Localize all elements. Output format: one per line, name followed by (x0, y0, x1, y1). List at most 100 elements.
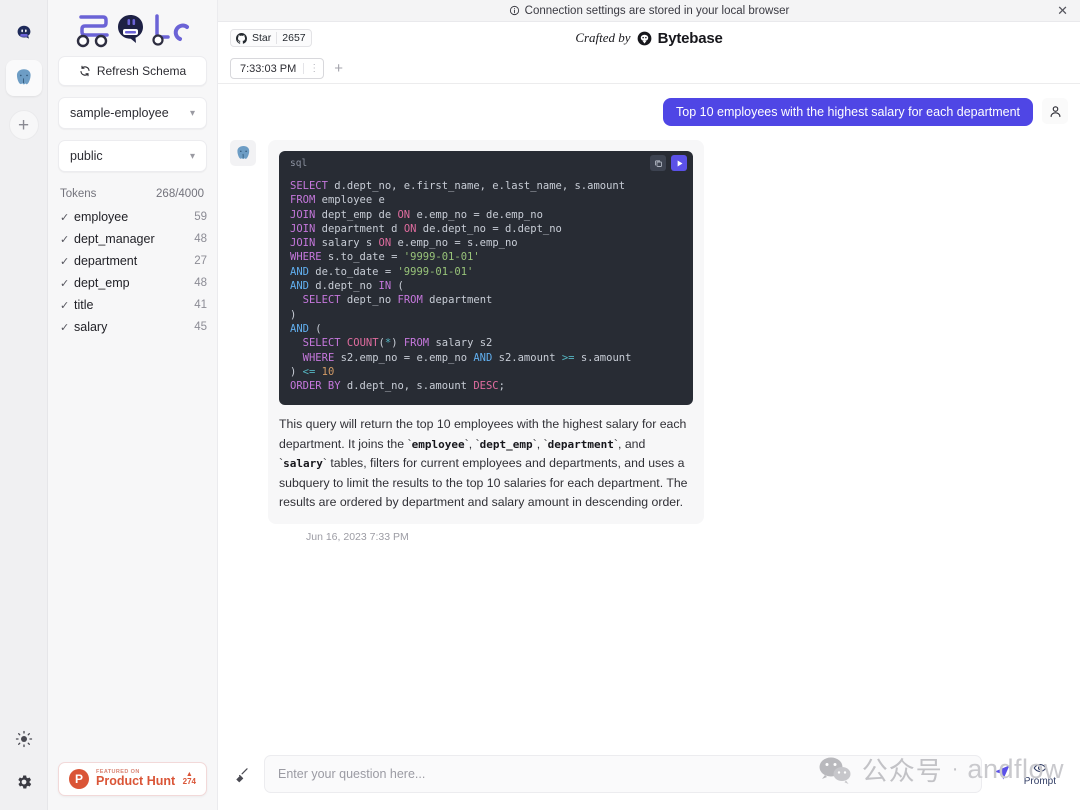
crafted-by-bytebase: Crafted by Bytebase (554, 30, 744, 47)
conversation-tab-bar: 7:33:03 PM ⋮ + (218, 54, 1080, 84)
send-icon (992, 762, 1012, 782)
crafted-brand: Bytebase (658, 30, 723, 47)
list-item[interactable]: ✓ department 27 (58, 250, 207, 272)
schema-sidebar: Refresh Schema sample-employee ▾ public … (48, 0, 218, 810)
code-language-label: sql (290, 158, 307, 169)
assistant-message-row: sql (218, 140, 1080, 543)
message-input[interactable] (278, 767, 968, 781)
settings-button[interactable] (15, 773, 33, 796)
new-tab-button[interactable]: + (334, 61, 343, 76)
postgres-elephant-icon (230, 140, 256, 166)
check-icon[interactable]: ✓ (60, 277, 74, 290)
sqlchat-logo-icon (69, 7, 197, 53)
assistant-explanation: This query will return the top 10 employ… (279, 415, 693, 513)
connection-mysql[interactable] (6, 16, 42, 52)
chevron-down-icon: ▾ (190, 151, 195, 162)
product-hunt-upvotes: ▲ 274 (183, 771, 196, 787)
tokens-label: Tokens (60, 188, 96, 200)
table-name: dept_emp (74, 276, 194, 290)
refresh-schema-button[interactable]: Refresh Schema (58, 56, 207, 86)
bytebase-logo-icon (637, 31, 652, 46)
product-hunt-icon: P (69, 769, 89, 789)
refresh-schema-label: Refresh Schema (97, 64, 186, 78)
connection-notice-banner: Connection settings are stored in your l… (218, 0, 1080, 22)
send-button[interactable] (992, 762, 1012, 787)
close-icon[interactable]: ✕ (1057, 4, 1068, 17)
inline-code-department: department (548, 438, 614, 451)
app-root: + (0, 0, 1080, 810)
sql-code-block: sql (279, 151, 693, 405)
banner-text: Connection settings are stored in your l… (525, 5, 790, 17)
product-hunt-upvote-count: 274 (183, 778, 196, 786)
check-icon[interactable]: ✓ (60, 233, 74, 246)
list-item[interactable]: ✓ title 41 (58, 294, 207, 316)
connection-rail: + (0, 0, 48, 810)
list-item[interactable]: ✓ dept_emp 48 (58, 272, 207, 294)
refresh-icon (79, 65, 91, 77)
table-name: dept_manager (74, 232, 194, 246)
table-token-count: 48 (194, 277, 207, 289)
check-icon[interactable]: ✓ (60, 211, 74, 224)
add-connection-button[interactable]: + (9, 110, 39, 140)
table-token-count: 41 (194, 299, 207, 311)
tab-menu-icon[interactable]: ⋮ (303, 63, 319, 74)
schema-select[interactable]: public ▾ (58, 140, 207, 172)
prompt-button[interactable]: Prompt (1024, 761, 1056, 787)
database-select[interactable]: sample-employee ▾ (58, 97, 207, 129)
table-name: department (74, 254, 194, 268)
code-block-header: sql (279, 151, 693, 175)
crafted-prefix: Crafted by (575, 30, 630, 46)
sun-icon (15, 730, 33, 748)
table-token-count: 48 (194, 233, 207, 245)
table-token-count: 59 (194, 211, 207, 223)
top-bar: Star 2657 Crafted by Bytebase (218, 22, 1080, 54)
user-avatar-icon (1042, 98, 1068, 124)
check-icon[interactable]: ✓ (60, 321, 74, 334)
sqlchat-logo (58, 0, 207, 56)
input-actions: Prompt (992, 761, 1062, 787)
tab-label: 7:33:03 PM (240, 63, 296, 75)
gear-icon (15, 773, 33, 791)
connection-postgres[interactable] (6, 60, 42, 96)
check-icon[interactable]: ✓ (60, 255, 74, 268)
clear-conversation-button[interactable] (232, 766, 254, 783)
prompt-label: Prompt (1024, 776, 1056, 787)
info-circle-icon (509, 5, 520, 16)
add-connection-label: + (18, 116, 29, 135)
star-label: Star (252, 32, 271, 44)
check-icon[interactable]: ✓ (60, 299, 74, 312)
mysql-dolphin-icon (13, 23, 35, 45)
schema-select-value: public (70, 149, 103, 163)
star-count: 2657 (276, 32, 305, 44)
table-name: employee (74, 210, 194, 224)
product-hunt-badge[interactable]: P FEATURED ON Product Hunt ▲ 274 (58, 762, 207, 796)
list-item[interactable]: ✓ dept_manager 48 (58, 228, 207, 250)
assistant-message-bubble: sql (268, 140, 704, 524)
token-usage: Tokens 268/4000 (58, 188, 207, 200)
list-item[interactable]: ✓ salary 45 (58, 316, 207, 338)
main-panel: Connection settings are stored in your l… (218, 0, 1080, 810)
message-input-field[interactable] (264, 755, 982, 793)
github-star-button[interactable]: Star 2657 (230, 29, 312, 47)
postgres-elephant-icon (13, 67, 35, 89)
inline-code-salary: salary (283, 457, 323, 470)
table-token-count: 45 (194, 321, 207, 333)
play-icon[interactable] (671, 155, 687, 171)
tab-conversation[interactable]: 7:33:03 PM ⋮ (230, 58, 324, 79)
product-hunt-name: Product Hunt (96, 775, 176, 788)
code-actions (650, 155, 687, 171)
table-token-count: 27 (194, 255, 207, 267)
theme-toggle-button[interactable] (15, 730, 33, 753)
table-name: title (74, 298, 194, 312)
database-select-value: sample-employee (70, 106, 169, 120)
list-item[interactable]: ✓ employee 59 (58, 206, 207, 228)
user-message-row: Top 10 employees with the highest salary… (218, 98, 1080, 126)
tokens-value: 268/4000 (156, 188, 204, 200)
inline-code-dept-emp: dept_emp (480, 438, 533, 451)
chat-area: Top 10 employees with the highest salary… (218, 84, 1080, 738)
table-list: ✓ employee 59 ✓ dept_manager 48 ✓ depart… (58, 206, 207, 338)
copy-icon[interactable] (650, 155, 666, 171)
explanation-part-2: tables, filters for current employees an… (279, 456, 688, 509)
sidebar-spacer (58, 338, 207, 762)
user-message-bubble: Top 10 employees with the highest salary… (663, 98, 1033, 126)
